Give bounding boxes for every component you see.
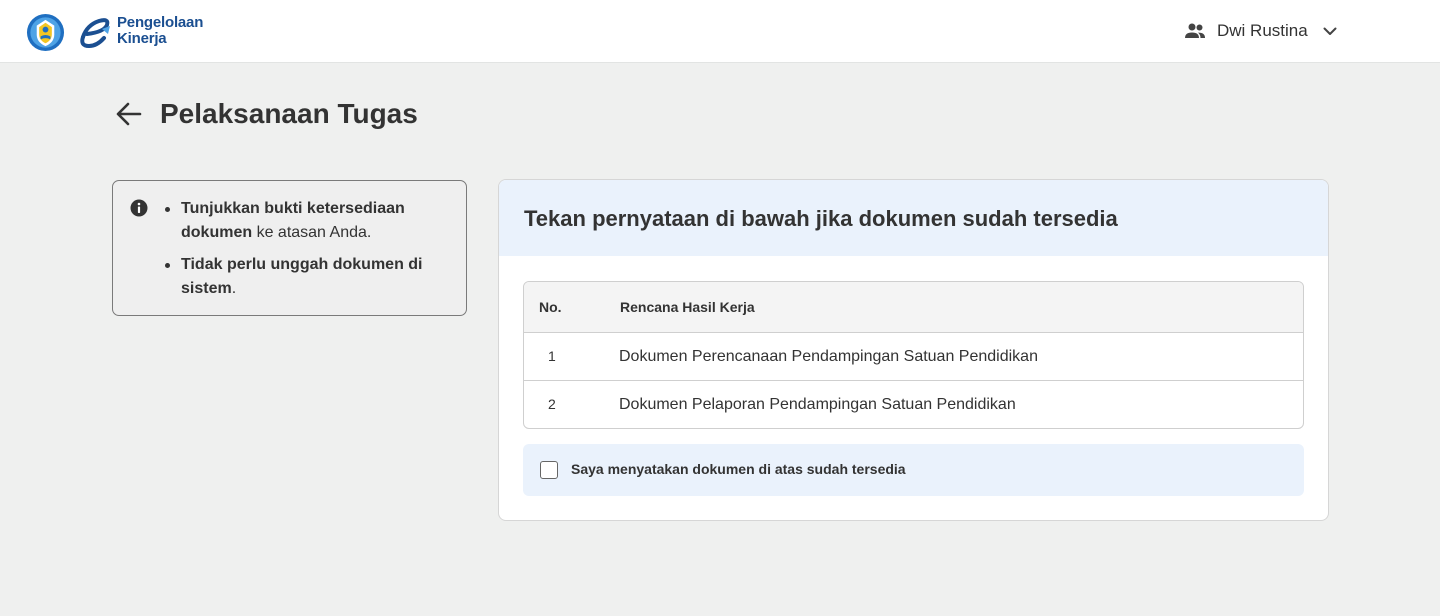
people-icon — [1185, 23, 1205, 38]
app-name-line2: Kinerja — [117, 30, 167, 47]
info-list: Tunjukkan bukti ketersediaan dokumen ke … — [161, 197, 451, 309]
page-title: Pelaksanaan Tugas — [160, 98, 418, 129]
card-title: Tekan pernyataan di bawah jika dokumen s… — [524, 206, 1118, 231]
row-rhk: Dokumen Pelaporan Pendampingan Satuan Pe… — [619, 396, 1016, 413]
row-number: 1 — [548, 348, 556, 364]
column-header-rhk: Rencana Hasil Kerja — [620, 299, 755, 315]
row-number: 2 — [548, 396, 556, 412]
user-menu[interactable]: Dwi Rustina — [1183, 18, 1339, 44]
info-notice: Tunjukkan bukti ketersediaan dokumen ke … — [112, 180, 467, 316]
info-item: Tunjukkan bukti ketersediaan dokumen ke … — [161, 197, 451, 245]
kinerja-e-logo-icon — [80, 18, 110, 49]
chevron-down-icon[interactable] — [1321, 22, 1339, 40]
arrow-left-icon[interactable] — [114, 99, 144, 129]
info-item-2-bold: Tidak perlu unggah dokumen di sistem — [181, 256, 423, 297]
row-rhk: Dokumen Perencanaan Pendampingan Satuan … — [619, 348, 1038, 365]
confirm-statement[interactable]: Saya menyatakan dokumen di atas sudah te… — [523, 444, 1304, 496]
card-header: Tekan pernyataan di bawah jika dokumen s… — [499, 180, 1328, 256]
info-item-2-rest: . — [231, 280, 237, 297]
kemendikbud-emblem-icon[interactable] — [26, 13, 65, 52]
user-name: Dwi Rustina — [1217, 21, 1308, 40]
info-circle-icon — [130, 199, 148, 217]
column-header-no: No. — [539, 299, 562, 315]
document-confirmation-card: Tekan pernyataan di bawah jika dokumen s… — [498, 179, 1329, 521]
confirm-checkbox[interactable] — [540, 461, 558, 479]
info-item: Tidak perlu unggah dokumen di sistem. — [161, 253, 451, 301]
table-row: 1 Dokumen Perencanaan Pendampingan Satua… — [524, 333, 1303, 381]
table-row: 2 Dokumen Pelaporan Pendampingan Satuan … — [524, 381, 1303, 428]
app-name-line1: Pengelolaan — [117, 14, 204, 31]
table-header: No. Rencana Hasil Kerja — [524, 282, 1303, 333]
app-name: Pengelolaan Kinerja — [117, 15, 203, 47]
confirm-label[interactable]: Saya menyatakan dokumen di atas sudah te… — [571, 461, 906, 477]
top-navbar: Pengelolaan Kinerja Dwi Rustina — [0, 0, 1440, 63]
info-item-1-rest: ke atasan Anda. — [252, 224, 372, 241]
rhk-table: No. Rencana Hasil Kerja 1 Dokumen Perenc… — [523, 281, 1304, 429]
